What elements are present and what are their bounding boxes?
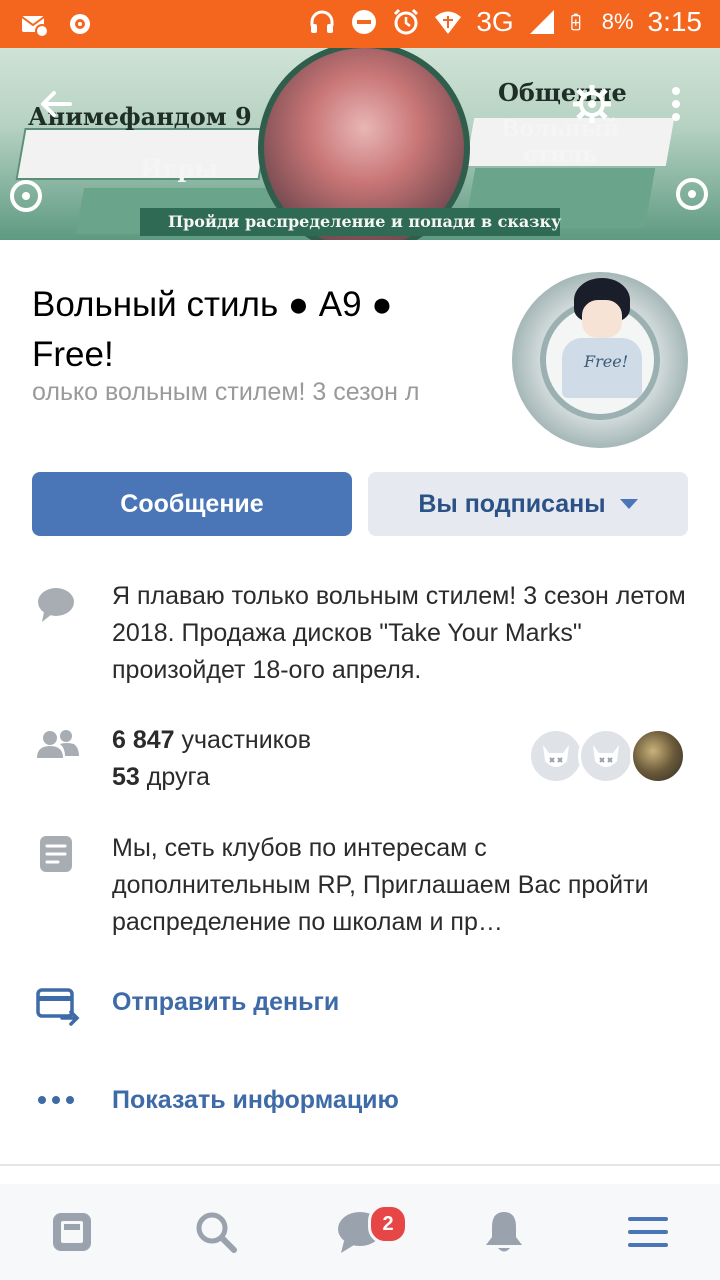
show-info-link[interactable]: Показать информацию <box>112 1086 399 1115</box>
mail-notification-icon <box>21 16 48 38</box>
community-title: Вольный стиль ● А9 ● Free! <box>32 285 393 374</box>
document-icon <box>40 836 72 872</box>
cover-text: Пройди распределение и попади в сказку <box>168 212 562 231</box>
member-avatar <box>528 728 584 784</box>
more-menu-button[interactable] <box>648 76 704 132</box>
money-transfer-icon <box>36 988 80 1026</box>
divider <box>0 1164 720 1166</box>
avatar-figure <box>582 300 622 338</box>
back-arrow-icon <box>41 91 72 117</box>
settings-button[interactable] <box>564 76 620 132</box>
send-money-link[interactable]: Отправить деньги <box>112 988 339 1017</box>
deactivated-dog-icon <box>543 745 569 767</box>
member-avatar <box>578 728 634 784</box>
members-count: 6 847 <box>112 726 175 754</box>
network-type: 3G <box>476 6 514 37</box>
community-status-text: олько вольным стилем! 3 сезон л <box>32 378 420 406</box>
community-status[interactable]: олько вольным стилем! 3 сезон л <box>32 378 478 407</box>
signal-icon <box>529 10 554 34</box>
more-horizontal-icon <box>38 1096 74 1104</box>
wifi-icon <box>435 11 462 34</box>
battery-icon <box>570 13 580 31</box>
tab-menu[interactable] <box>576 1184 720 1280</box>
status-bar: 3G 8% 3:15 <box>0 0 720 48</box>
news-feed-icon <box>53 1213 91 1251</box>
subscribed-button-label: Вы подписаны <box>418 489 606 518</box>
tab-messages[interactable]: 2 <box>288 1184 432 1280</box>
cover-ring-decoration <box>10 180 42 212</box>
deactivated-dog-icon <box>593 745 619 767</box>
tab-news[interactable] <box>0 1184 144 1280</box>
members-label: участников <box>181 726 312 754</box>
message-button[interactable]: Сообщение <box>32 472 352 536</box>
community-cover: Анимефандом 9 Игры Общение Вольный стиль… <box>0 48 720 240</box>
cover-ring-decoration <box>676 178 708 210</box>
messages-badge: 2 <box>368 1204 408 1244</box>
community-avatar[interactable]: Free! <box>512 272 688 448</box>
more-vertical-icon <box>672 87 680 121</box>
back-button[interactable] <box>28 76 84 132</box>
cover-text: Игры <box>140 154 219 183</box>
search-icon <box>196 1212 237 1253</box>
battery-level: 8% <box>601 9 634 34</box>
description-text: Я плаваю только вольным стилем! 3 сезон … <box>112 582 686 684</box>
subscribed-dropdown-button[interactable]: Вы подписаны <box>368 472 688 536</box>
bell-icon <box>486 1212 522 1252</box>
do-not-disturb-icon <box>352 10 377 34</box>
gear-icon <box>573 85 611 123</box>
app-notification-icon <box>70 14 90 34</box>
headphones-icon <box>310 10 334 33</box>
hamburger-menu-icon <box>628 1217 668 1247</box>
alarm-icon <box>394 8 419 35</box>
people-icon <box>37 730 79 758</box>
friends-count: 53 <box>112 763 140 791</box>
avatar-shirt-text: Free! <box>584 352 629 371</box>
speech-bubble-icon <box>38 588 74 622</box>
tab-notifications[interactable] <box>432 1184 576 1280</box>
bottom-tab-bar: 2 <box>0 1184 720 1280</box>
about-text: Мы, сеть клубов по интересам с дополните… <box>112 834 649 936</box>
status-fade <box>418 378 478 407</box>
member-avatars[interactable] <box>528 728 688 784</box>
chevron-down-icon <box>619 499 638 509</box>
member-avatar <box>630 728 686 784</box>
friends-label: друга <box>146 763 210 791</box>
tab-search[interactable] <box>144 1184 288 1280</box>
clock: 3:15 <box>647 6 703 37</box>
message-button-label: Сообщение <box>120 489 264 518</box>
